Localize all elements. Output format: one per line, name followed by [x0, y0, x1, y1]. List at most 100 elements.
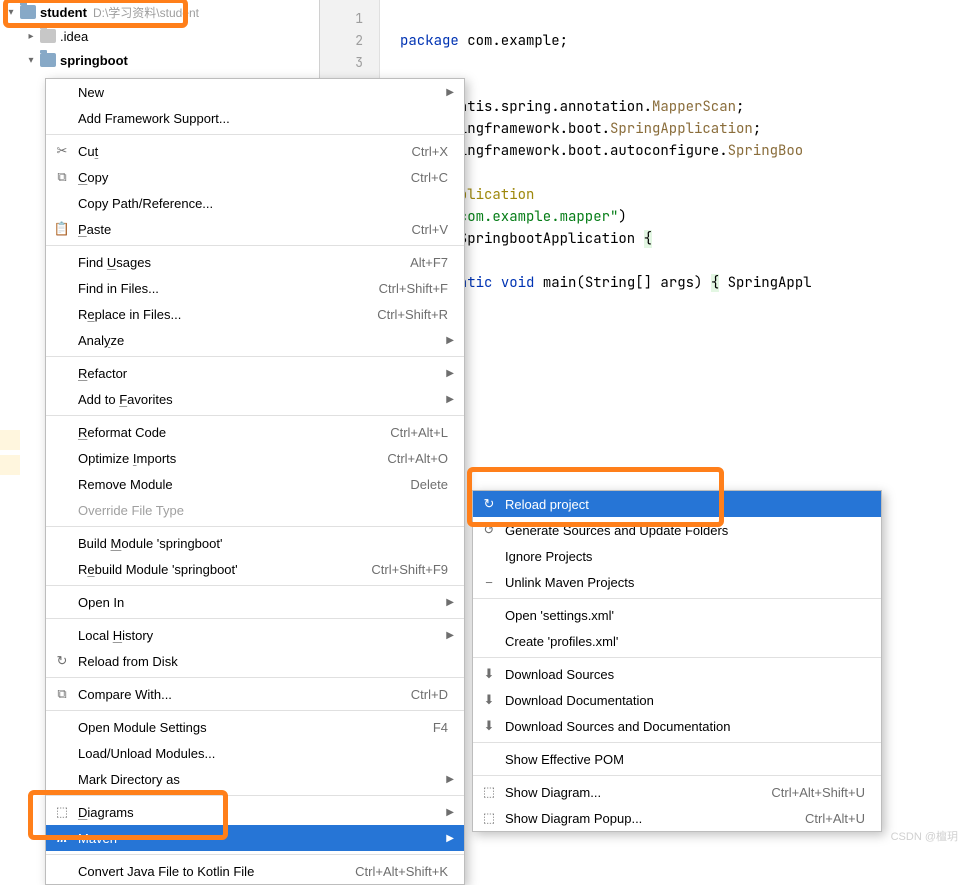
menu-item-copy[interactable]: ⧉CopyCtrl+C: [46, 164, 464, 190]
menu-item-label: Add to Favorites: [78, 392, 173, 407]
menu-item-find-in-files[interactable]: Find in Files...Ctrl+Shift+F: [46, 275, 464, 301]
menu-item-reformat-code[interactable]: Reformat CodeCtrl+Alt+L: [46, 419, 464, 445]
menu-item-reload-from-disk[interactable]: ↻ Reload from Disk: [46, 648, 464, 674]
reload-icon: ↻: [54, 653, 70, 669]
menu-item-label: New: [78, 85, 104, 100]
chevron-down-icon: ▾: [6, 7, 16, 17]
menu-separator: [473, 742, 881, 743]
menu-item-ignore-projects[interactable]: Ignore Projects: [473, 543, 881, 569]
menu-item-override-file-type: Override File Type: [46, 497, 464, 523]
menu-item-download-sources[interactable]: ⬇Download Sources: [473, 661, 881, 687]
diff-marker: [0, 455, 20, 475]
menu-item-refactor[interactable]: Refactor▶: [46, 360, 464, 386]
menu-item-optimize-imports[interactable]: Optimize ImportsCtrl+Alt+O: [46, 445, 464, 471]
diagram-icon: ⬚: [54, 804, 70, 820]
menu-item-label: Diagrams: [78, 805, 134, 820]
cut-icon: ✂: [54, 143, 70, 159]
menu-item-download-documentation[interactable]: ⬇Download Documentation: [473, 687, 881, 713]
menu-item-open-settings-xml[interactable]: Open 'settings.xml': [473, 602, 881, 628]
tree-item-idea[interactable]: ▸ .idea: [0, 24, 319, 48]
menu-item-label: Reload from Disk: [78, 654, 178, 669]
menu-item-download-sources-and-documentation[interactable]: ⬇ Download Sources and Documentation: [473, 713, 881, 739]
menu-item-rebuild-module-springboot[interactable]: Rebuild Module 'springboot'Ctrl+Shift+F9: [46, 556, 464, 582]
menu-item-mark-directory-as[interactable]: Mark Directory as▶: [46, 766, 464, 792]
menu-item-local-history[interactable]: Local History▶: [46, 622, 464, 648]
menu-item-diagrams[interactable]: ⬚Diagrams▶: [46, 799, 464, 825]
unlink-icon: −: [481, 574, 497, 590]
menu-item-generate-sources-and-update-folders[interactable]: ↺Generate Sources and Update Folders: [473, 517, 881, 543]
tree-item-label: .idea: [60, 29, 88, 44]
menu-item-label: Copy Path/Reference...: [78, 196, 213, 211]
download-icon: ⬇: [481, 718, 497, 734]
context-menu-maven[interactable]: ↻ Reload project ↺Generate Sources and Upd…: [472, 490, 882, 832]
menu-item-load-unload-modules[interactable]: Load/Unload Modules...: [46, 740, 464, 766]
submenu-arrow-icon: ▶: [446, 597, 454, 608]
menu-item-build-module-springboot[interactable]: Build Module 'springboot': [46, 530, 464, 556]
copy-icon: ⧉: [54, 169, 70, 185]
menu-separator: [46, 245, 464, 246]
menu-separator: [46, 415, 464, 416]
shortcut-label: Delete: [410, 477, 448, 492]
shortcut-label: Ctrl+Alt+Shift+K: [355, 864, 448, 879]
menu-item-label: Convert Java File to Kotlin File: [78, 864, 254, 879]
menu-item-maven[interactable]: mMaven▶: [46, 825, 464, 851]
menu-item-label: Reload project: [505, 497, 589, 512]
download-icon: ⬇: [481, 692, 497, 708]
menu-item-show-diagram-popup[interactable]: ⬚Show Diagram Popup...Ctrl+Alt+U: [473, 805, 881, 831]
tree-root-name: student: [40, 5, 87, 20]
folder-icon: [40, 53, 56, 67]
menu-separator: [46, 134, 464, 135]
menu-item-new[interactable]: New▶: [46, 79, 464, 105]
menu-separator: [46, 677, 464, 678]
menu-item-label: Open 'settings.xml': [505, 608, 614, 623]
menu-item-convert-java-file-to-kotlin-file[interactable]: Convert Java File to Kotlin File Ctrl+Alt…: [46, 858, 464, 884]
download-icon: ⬇: [481, 666, 497, 682]
code-area[interactable]: package com.example; org.mybatis.spring.…: [400, 8, 964, 316]
menu-item-add-to-favorites[interactable]: Add to Favorites▶: [46, 386, 464, 412]
diagram-icon: ⬚: [481, 784, 497, 800]
context-menu-project[interactable]: New▶Add Framework Support...✂CutCtrl+X⧉C…: [45, 78, 465, 885]
menu-item-create-profiles-xml[interactable]: Create 'profiles.xml': [473, 628, 881, 654]
menu-item-compare-with[interactable]: ⧉Compare With...Ctrl+D: [46, 681, 464, 707]
menu-item-analyze[interactable]: Analyze▶: [46, 327, 464, 353]
menu-item-cut[interactable]: ✂CutCtrl+X: [46, 138, 464, 164]
shortcut-label: Ctrl+Alt+L: [390, 425, 448, 440]
menu-item-label: Compare With...: [78, 687, 172, 702]
menu-item-label: Find Usages: [78, 255, 151, 270]
menu-item-remove-module[interactable]: Remove Module Delete: [46, 471, 464, 497]
tree-root-row[interactable]: ▾ student D:\学习资料\student: [0, 0, 319, 24]
menu-separator: [46, 710, 464, 711]
menu-item-label: Ignore Projects: [505, 549, 592, 564]
menu-item-paste[interactable]: 📋PasteCtrl+V: [46, 216, 464, 242]
menu-item-copy-path-reference[interactable]: Copy Path/Reference...: [46, 190, 464, 216]
shortcut-label: Ctrl+Alt+O: [387, 451, 448, 466]
menu-item-label: Load/Unload Modules...: [78, 746, 215, 761]
menu-item-label: Replace in Files...: [78, 307, 181, 322]
menu-item-show-effective-pom[interactable]: Show Effective POM: [473, 746, 881, 772]
menu-item-show-diagram[interactable]: ⬚Show Diagram...Ctrl+Alt+Shift+U: [473, 779, 881, 805]
menu-item-label: Build Module 'springboot': [78, 536, 222, 551]
menu-item-unlink-maven-projects[interactable]: −Unlink Maven Projects: [473, 569, 881, 595]
menu-item-label: Open Module Settings: [78, 720, 207, 735]
menu-separator: [473, 598, 881, 599]
menu-item-find-usages[interactable]: Find UsagesAlt+F7: [46, 249, 464, 275]
reload-icon: ↻: [481, 496, 497, 512]
diagram-icon: ⬚: [481, 810, 497, 826]
menu-item-open-module-settings[interactable]: Open Module Settings F4: [46, 714, 464, 740]
tree-item-springboot[interactable]: ▾ springboot: [0, 48, 319, 72]
menu-item-label: Download Sources and Documentation: [505, 719, 730, 734]
shortcut-label: F4: [433, 720, 448, 735]
generate-icon: ↺: [481, 522, 497, 538]
menu-item-open-in[interactable]: Open In▶: [46, 589, 464, 615]
menu-item-label: Show Diagram Popup...: [505, 811, 642, 826]
menu-item-add-framework-support[interactable]: Add Framework Support...: [46, 105, 464, 131]
submenu-arrow-icon: ▶: [446, 833, 454, 844]
chevron-right-icon: ▸: [26, 31, 36, 41]
menu-item-replace-in-files[interactable]: Replace in Files...Ctrl+Shift+R: [46, 301, 464, 327]
menu-item-reload-project[interactable]: ↻ Reload project: [473, 491, 881, 517]
paste-icon: 📋: [54, 221, 70, 237]
tree-item-label: springboot: [60, 53, 128, 68]
shortcut-label: Ctrl+Shift+F: [379, 281, 448, 296]
menu-item-label: Cut: [78, 144, 98, 159]
menu-item-label: Remove Module: [78, 477, 173, 492]
